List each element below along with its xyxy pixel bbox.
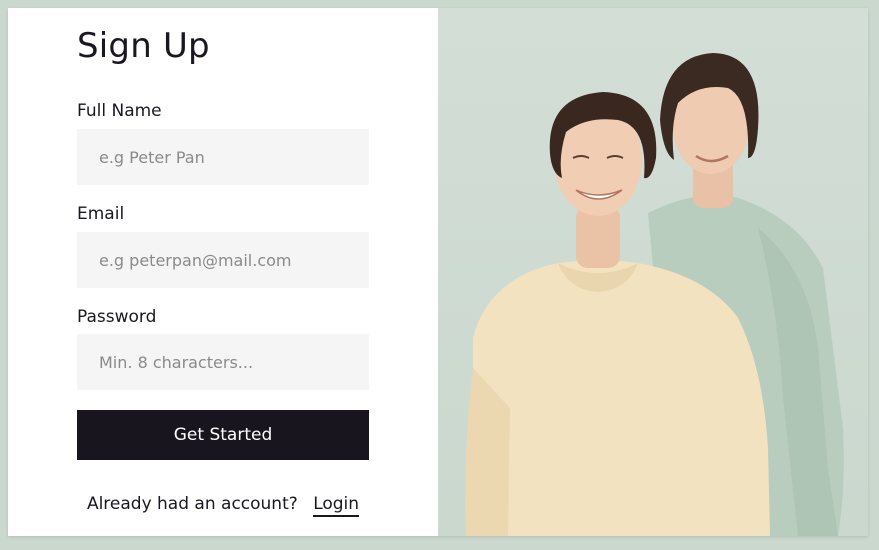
- login-prompt-text: Already had an account?: [86, 494, 298, 514]
- page-title: Sign Up: [77, 26, 210, 66]
- email-label: Email: [77, 204, 125, 224]
- password-input[interactable]: [77, 334, 369, 390]
- email-input[interactable]: [77, 232, 369, 288]
- signup-form-panel: Sign Up Full Name Email Password Get Sta…: [8, 8, 438, 536]
- get-started-button[interactable]: Get Started: [77, 410, 369, 460]
- full-name-label: Full Name: [77, 101, 162, 121]
- full-name-input[interactable]: [77, 129, 369, 185]
- login-link[interactable]: Login: [313, 494, 360, 517]
- signup-card: Sign Up Full Name Email Password Get Sta…: [8, 8, 868, 536]
- hero-photo: [438, 8, 868, 536]
- people-illustration: [465, 53, 844, 536]
- password-label: Password: [77, 307, 157, 327]
- login-prompt: Already had an account? Login: [8, 494, 438, 517]
